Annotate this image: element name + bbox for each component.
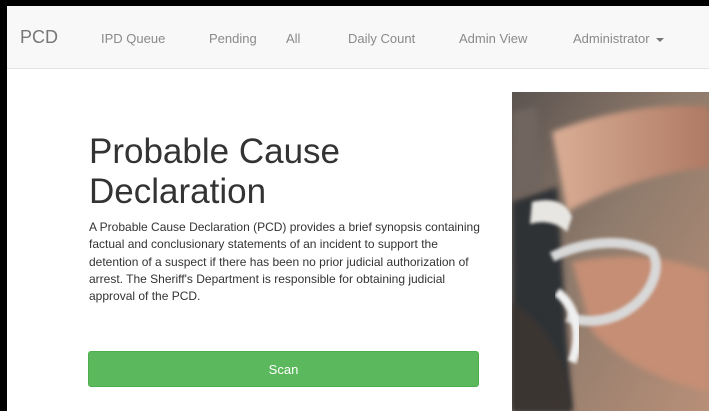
- nav-administrator-dropdown[interactable]: Administrator: [573, 31, 664, 46]
- nav-pending[interactable]: Pending: [209, 31, 257, 46]
- nav-administrator-label: Administrator: [573, 31, 650, 46]
- hero-image: [512, 92, 709, 411]
- app-window: PCD IPD Queue Pending All Daily Count Ad…: [7, 6, 709, 411]
- brand-link[interactable]: PCD: [20, 27, 58, 48]
- nav-all[interactable]: All: [286, 31, 300, 46]
- scan-button[interactable]: Scan: [88, 351, 479, 387]
- nav-admin-view[interactable]: Admin View: [459, 31, 527, 46]
- caret-down-icon: [655, 37, 664, 42]
- page-description: A Probable Cause Declaration (PCD) provi…: [89, 220, 480, 304]
- nav-ipd-queue[interactable]: IPD Queue: [101, 31, 165, 46]
- handcuffs-photo: [512, 92, 709, 411]
- top-navbar: PCD IPD Queue Pending All Daily Count Ad…: [7, 6, 709, 69]
- page-title: Probable Cause Declaration: [89, 132, 340, 212]
- nav-daily-count[interactable]: Daily Count: [348, 31, 415, 46]
